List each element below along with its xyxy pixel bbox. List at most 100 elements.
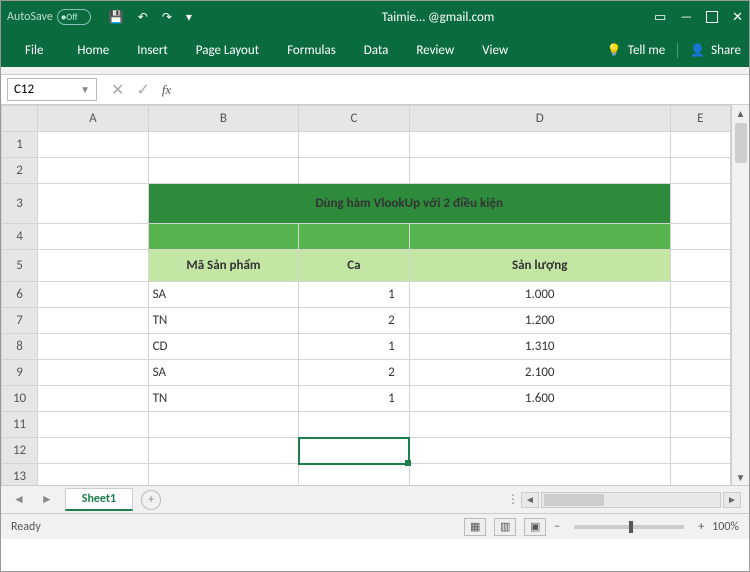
name-box[interactable]: C12 ▼ [7, 78, 97, 101]
scroll-down-icon[interactable]: ▼ [736, 469, 746, 485]
tab-review[interactable]: Review [402, 35, 468, 66]
row-header[interactable]: 8 [2, 334, 38, 360]
zoom-out-button[interactable]: − [554, 520, 560, 534]
active-cell[interactable] [299, 438, 409, 464]
cell[interactable]: 2.100 [409, 360, 670, 386]
fx-controls: ✕ ✓ fx [111, 80, 171, 100]
row-header[interactable]: 3 [2, 184, 38, 224]
cell[interactable] [148, 412, 299, 438]
row-header[interactable]: 5 [2, 250, 38, 282]
tab-split-icon[interactable]: ⋮ [507, 492, 519, 507]
cell[interactable]: 1.600 [409, 386, 670, 412]
sheet-nav-next[interactable]: ► [37, 492, 57, 507]
ribbon-options-icon[interactable]: ▭ [654, 10, 666, 25]
cell[interactable] [409, 412, 670, 438]
redo-icon[interactable] [162, 10, 172, 25]
chevron-down-icon[interactable]: ▼ [80, 83, 90, 96]
share-button[interactable]: Share [677, 43, 741, 58]
vertical-scrollbar[interactable]: ▲ ▼ [731, 105, 749, 485]
title-bar: AutoSave ● Off ▾ Taimie… @gmail.com ▭ — … [1, 1, 749, 33]
status-bar: Ready ▦ ▥ ▣ − + 100% [1, 513, 749, 539]
cell[interactable]: 2 [299, 308, 409, 334]
row-header[interactable]: 2 [2, 158, 38, 184]
row-header[interactable]: 4 [2, 224, 38, 250]
row-header[interactable]: 10 [2, 386, 38, 412]
view-normal-icon[interactable]: ▦ [464, 518, 486, 536]
cell[interactable]: TN [148, 308, 299, 334]
cell[interactable]: 1.000 [409, 282, 670, 308]
cell[interactable]: 1 [299, 334, 409, 360]
col-header-b[interactable]: B [148, 106, 299, 132]
col-header-a[interactable]: A [38, 106, 148, 132]
enter-icon[interactable]: ✓ [136, 80, 149, 100]
formula-bar: C12 ▼ ✕ ✓ fx [1, 75, 749, 105]
zoom-slider[interactable] [574, 525, 684, 529]
col-header-c[interactable]: C [299, 106, 409, 132]
tab-view[interactable]: View [468, 35, 522, 66]
name-box-value: C12 [14, 82, 34, 97]
row-header[interactable]: 12 [2, 438, 38, 464]
scroll-up-icon[interactable]: ▲ [736, 105, 746, 121]
tab-file[interactable]: File [5, 35, 63, 66]
status-ready: Ready [11, 520, 41, 534]
close-icon[interactable]: ✕ [732, 10, 743, 25]
sheet-nav-prev[interactable]: ◄ [9, 492, 29, 507]
cell[interactable]: 1.200 [409, 308, 670, 334]
bulb-icon [607, 43, 622, 58]
view-pagebreak-icon[interactable]: ▣ [524, 518, 546, 536]
cell[interactable]: 1.310 [409, 334, 670, 360]
undo-icon[interactable] [138, 10, 148, 25]
quick-access-toolbar: ▾ [109, 10, 192, 25]
row-header[interactable]: 9 [2, 360, 38, 386]
hscroll-track[interactable] [541, 492, 721, 508]
table-header[interactable]: Sản lượng [409, 250, 670, 282]
table-title[interactable]: Dùng hàm VlookUp với 2 điều kiện [148, 184, 670, 224]
table-header[interactable]: Ca [299, 250, 409, 282]
scroll-left-icon[interactable]: ◄ [521, 492, 539, 508]
cell[interactable]: TN [148, 386, 299, 412]
worksheet-grid[interactable]: A B C D E 1 2 3 Dùng hàm VlookUp với 2 đ… [1, 105, 731, 485]
scroll-thumb[interactable] [735, 123, 747, 163]
ribbon-tabs: File Home Insert Page Layout Formulas Da… [1, 33, 749, 67]
maximize-icon[interactable] [706, 11, 718, 23]
col-header-d[interactable]: D [409, 106, 670, 132]
cell[interactable]: 2 [299, 360, 409, 386]
tab-data[interactable]: Data [350, 35, 403, 66]
row-header[interactable]: 7 [2, 308, 38, 334]
view-pagelayout-icon[interactable]: ▥ [494, 518, 516, 536]
tab-pagelayout[interactable]: Page Layout [182, 35, 273, 66]
window-controls: ▭ — ✕ [654, 10, 743, 25]
row-header[interactable]: 13 [2, 464, 38, 486]
autosave-toggle[interactable]: ● Off [57, 9, 91, 25]
cancel-icon[interactable]: ✕ [111, 80, 124, 100]
sheet-tabs-bar: ◄ ► Sheet1 + ⋮ ◄ ► [1, 485, 749, 513]
table-header[interactable]: Mã Sản phẩm [148, 250, 299, 282]
save-icon[interactable] [109, 10, 124, 25]
tab-formulas[interactable]: Formulas [273, 35, 350, 66]
minimize-icon[interactable]: — [680, 10, 692, 25]
select-all-corner[interactable] [2, 106, 38, 132]
tab-home[interactable]: Home [63, 35, 123, 66]
cell[interactable]: SA [148, 360, 299, 386]
row-header[interactable]: 11 [2, 412, 38, 438]
cell[interactable]: 1 [299, 282, 409, 308]
cell[interactable]: SA [148, 282, 299, 308]
sheet-tab-active[interactable]: Sheet1 [65, 488, 133, 511]
scroll-right-icon[interactable]: ► [723, 492, 741, 508]
cell[interactable]: CD [148, 334, 299, 360]
zoom-in-button[interactable]: + [698, 520, 704, 534]
zoom-level[interactable]: 100% [712, 520, 739, 534]
autosave-label: AutoSave [7, 10, 53, 24]
col-header-e[interactable]: E [670, 106, 730, 132]
autosave[interactable]: AutoSave ● Off [7, 9, 91, 25]
row-header[interactable]: 6 [2, 282, 38, 308]
cell[interactable] [299, 412, 409, 438]
tell-me[interactable]: Tell me [607, 43, 665, 58]
add-sheet-button[interactable]: + [141, 490, 161, 510]
fx-icon[interactable]: fx [162, 82, 171, 98]
tab-insert[interactable]: Insert [123, 35, 182, 66]
cell[interactable]: 1 [299, 386, 409, 412]
row-header[interactable]: 1 [2, 132, 38, 158]
hscroll-thumb[interactable] [544, 494, 604, 506]
horizontal-scrollbar[interactable]: ⋮ ◄ ► [507, 492, 741, 508]
